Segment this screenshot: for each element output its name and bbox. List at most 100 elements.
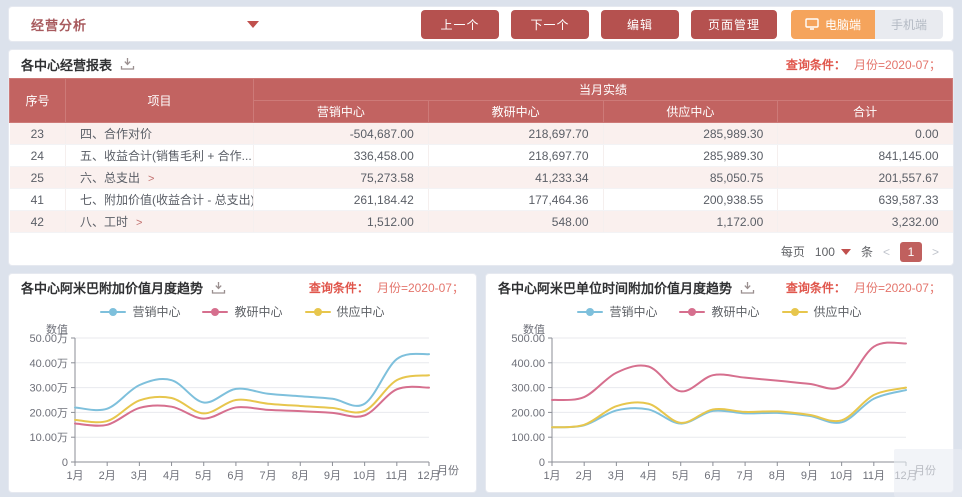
query-label: 查询条件： (786, 56, 846, 73)
chevron-down-icon[interactable] (247, 21, 259, 28)
svg-text:8月: 8月 (291, 470, 308, 482)
svg-text:30.00万: 30.00万 (29, 382, 68, 394)
legend-label: 供应中心 (814, 303, 862, 320)
svg-text:3月: 3月 (607, 470, 624, 482)
svg-text:月份: 月份 (437, 464, 459, 477)
svg-text:数值: 数值 (523, 324, 545, 336)
legend-item[interactable]: 教研中心 (202, 303, 282, 320)
svg-text:数值: 数值 (46, 324, 68, 336)
chart-title: 各中心阿米巴附加价值月度趋势 (21, 278, 203, 297)
page-size-select[interactable]: 100 (815, 245, 851, 259)
svg-text:6月: 6月 (704, 470, 721, 482)
svg-text:11月: 11月 (385, 470, 407, 482)
cell-seq: 23 (10, 123, 66, 145)
svg-text:4月: 4月 (162, 470, 179, 482)
prev-button[interactable]: 上一个 (421, 10, 499, 39)
cell-value: 200,938.55 (603, 189, 778, 211)
svg-text:9月: 9月 (323, 470, 340, 482)
svg-text:6月: 6月 (227, 470, 244, 482)
cell-seq: 25 (10, 167, 66, 189)
legend-label: 教研中心 (234, 303, 282, 320)
svg-text:11月: 11月 (862, 470, 884, 482)
svg-text:1月: 1月 (543, 470, 560, 482)
legend-item[interactable]: 供应中心 (305, 303, 385, 320)
line-chart: 0100.00200.00300.00400.00500.001月2月3月4月5… (492, 324, 948, 492)
svg-text:8月: 8月 (768, 470, 785, 482)
chart-legend: 营销中心 教研中心 供应中心 (486, 302, 953, 322)
pc-view-button[interactable]: 电脑端 (791, 10, 875, 39)
cell-value: 285,989.30 (603, 145, 778, 167)
legend-label: 供应中心 (337, 303, 385, 320)
edit-button[interactable]: 编辑 (601, 10, 679, 39)
mobile-view-button[interactable]: 手机端 (875, 10, 943, 39)
cell-value: 218,697.70 (428, 123, 603, 145)
col-header-marketing: 营销中心 (254, 101, 429, 123)
report-table: 序号 项目 当月实绩 营销中心 教研中心 供应中心 合计 23四、合作对价-50… (9, 78, 953, 239)
cell-value: -504,687.00 (254, 123, 429, 145)
svg-text:2月: 2月 (98, 470, 115, 482)
unit-label: 条 (861, 243, 873, 260)
page-manage-button[interactable]: 页面管理 (691, 10, 777, 39)
cell-value: 3,232.00 (778, 211, 953, 233)
per-page-label: 每页 (781, 243, 805, 260)
cell-value: 85,050.75 (603, 167, 778, 189)
svg-text:5月: 5月 (672, 470, 689, 482)
cell-value: 201,557.67 (778, 167, 953, 189)
table-row: 24五、收益合计(销售毛利 + 合作...336,458.00218,697.7… (10, 145, 953, 167)
svg-text:10月: 10月 (353, 470, 376, 482)
legend-item[interactable]: 营销中心 (577, 303, 657, 320)
svg-text:300.00: 300.00 (511, 382, 545, 394)
legend-item[interactable]: 供应中心 (782, 303, 862, 320)
download-icon[interactable] (740, 281, 755, 295)
svg-text:9月: 9月 (800, 470, 817, 482)
query-label: 查询条件： (309, 279, 369, 296)
pagination: 每页 100 条 < 1 > (9, 239, 953, 265)
cell-value: 336,458.00 (254, 145, 429, 167)
dashboard-page: 经营分析 上一个 下一个 编辑 页面管理 电脑端 手机端 各中心经营报表 查询条… (0, 0, 962, 497)
query-value: 月份=2020-07； (377, 279, 464, 296)
cell-value: 218,697.70 (428, 145, 603, 167)
table-row: 41七、附加价值(收益合计 - 总支出)261,184.42177,464.36… (10, 189, 953, 211)
table-row: 23四、合作对价-504,687.00218,697.70285,989.300… (10, 123, 953, 145)
legend-item[interactable]: 营销中心 (100, 303, 180, 320)
col-header-research: 教研中心 (428, 101, 603, 123)
prev-page-button[interactable]: < (883, 245, 890, 259)
svg-text:7月: 7月 (736, 470, 753, 482)
download-icon[interactable] (120, 57, 135, 71)
cell-value: 261,184.42 (254, 189, 429, 211)
report-panel: 各中心经营报表 查询条件： 月份=2020-07； 序号 项目 当月实绩 营销中… (8, 49, 954, 266)
query-value: 月份=2020-07； (854, 56, 941, 73)
svg-text:4月: 4月 (639, 470, 656, 482)
cell-value: 548.00 (428, 211, 603, 233)
legend-marker-icon (100, 308, 126, 316)
cell-value: 639,587.33 (778, 189, 953, 211)
expand-row-icon[interactable]: > (136, 217, 142, 229)
expand-row-icon[interactable]: > (148, 173, 154, 185)
next-button[interactable]: 下一个 (511, 10, 589, 39)
legend-label: 营销中心 (132, 303, 180, 320)
topbar: 经营分析 上一个 下一个 编辑 页面管理 电脑端 手机端 (8, 6, 954, 42)
legend-item[interactable]: 教研中心 (679, 303, 759, 320)
svg-text:10.00万: 10.00万 (29, 432, 68, 444)
legend-marker-icon (305, 308, 331, 316)
legend-label: 教研中心 (711, 303, 759, 320)
watermark (894, 449, 962, 497)
line-chart: 010.00万20.00万30.00万40.00万50.00万1月2月3月4月5… (15, 324, 471, 492)
charts-row: 各中心阿米巴附加价值月度趋势 查询条件： 月份=2020-07； 营销中心 教研中… (8, 273, 954, 493)
cell-value: 41,233.34 (428, 167, 603, 189)
cell-seq: 42 (10, 211, 66, 233)
page-title: 经营分析 (31, 15, 87, 34)
cell-item: 四、合作对价 (66, 123, 254, 145)
download-icon[interactable] (211, 281, 226, 295)
chart-legend: 营销中心 教研中心 供应中心 (9, 302, 476, 322)
table-row: 42八、工时>1,512.00548.001,172.003,232.00 (10, 211, 953, 233)
legend-marker-icon (577, 308, 603, 316)
next-page-button[interactable]: > (932, 245, 939, 259)
svg-text:400.00: 400.00 (511, 357, 545, 369)
col-header-group: 当月实绩 (254, 79, 953, 101)
page-number[interactable]: 1 (900, 242, 922, 262)
svg-text:40.00万: 40.00万 (29, 357, 68, 369)
cell-value: 0.00 (778, 123, 953, 145)
pc-view-label: 电脑端 (825, 16, 861, 33)
cell-seq: 41 (10, 189, 66, 211)
